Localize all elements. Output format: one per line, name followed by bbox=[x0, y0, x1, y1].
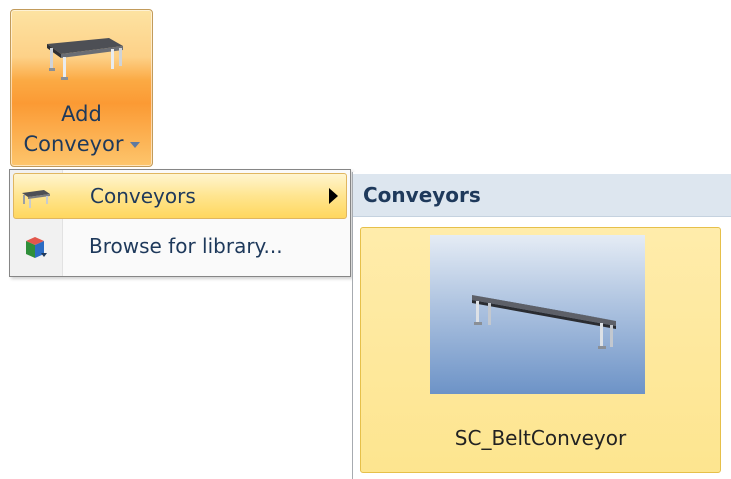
gallery-item-sc-beltconveyor[interactable]: SC_BeltConveyor bbox=[360, 227, 721, 473]
chevron-down-icon[interactable] bbox=[129, 142, 140, 148]
add-conveyor-label-line2: Conveyor bbox=[11, 132, 152, 156]
add-conveyor-label-line1: Add bbox=[61, 102, 102, 126]
gallery-header-title: Conveyors bbox=[363, 183, 481, 207]
gallery-item-label: SC_BeltConveyor bbox=[454, 426, 627, 450]
library-cube-icon bbox=[19, 234, 51, 260]
add-conveyor-button[interactable]: Add Conveyor bbox=[10, 9, 153, 167]
menu-item-conveyors[interactable]: Conveyors bbox=[13, 173, 347, 219]
gallery-header: Conveyors bbox=[353, 174, 731, 217]
conveyor-icon bbox=[39, 24, 127, 80]
menu-item-browse-label: Browse for library... bbox=[89, 234, 283, 258]
conveyors-gallery: Conveyors SC_BeltConveyor bbox=[352, 172, 731, 479]
menu-item-conveyors-label: Conveyors bbox=[90, 184, 196, 208]
menu-item-browse-library[interactable]: Browse for library... bbox=[13, 224, 347, 270]
add-conveyor-menu: Conveyors Browse for library... bbox=[9, 169, 351, 277]
conveyor-icon bbox=[20, 184, 52, 210]
belt-conveyor-thumbnail bbox=[430, 235, 645, 394]
add-conveyor-label-text: Conveyor bbox=[23, 132, 124, 156]
submenu-arrow-icon bbox=[329, 188, 338, 204]
